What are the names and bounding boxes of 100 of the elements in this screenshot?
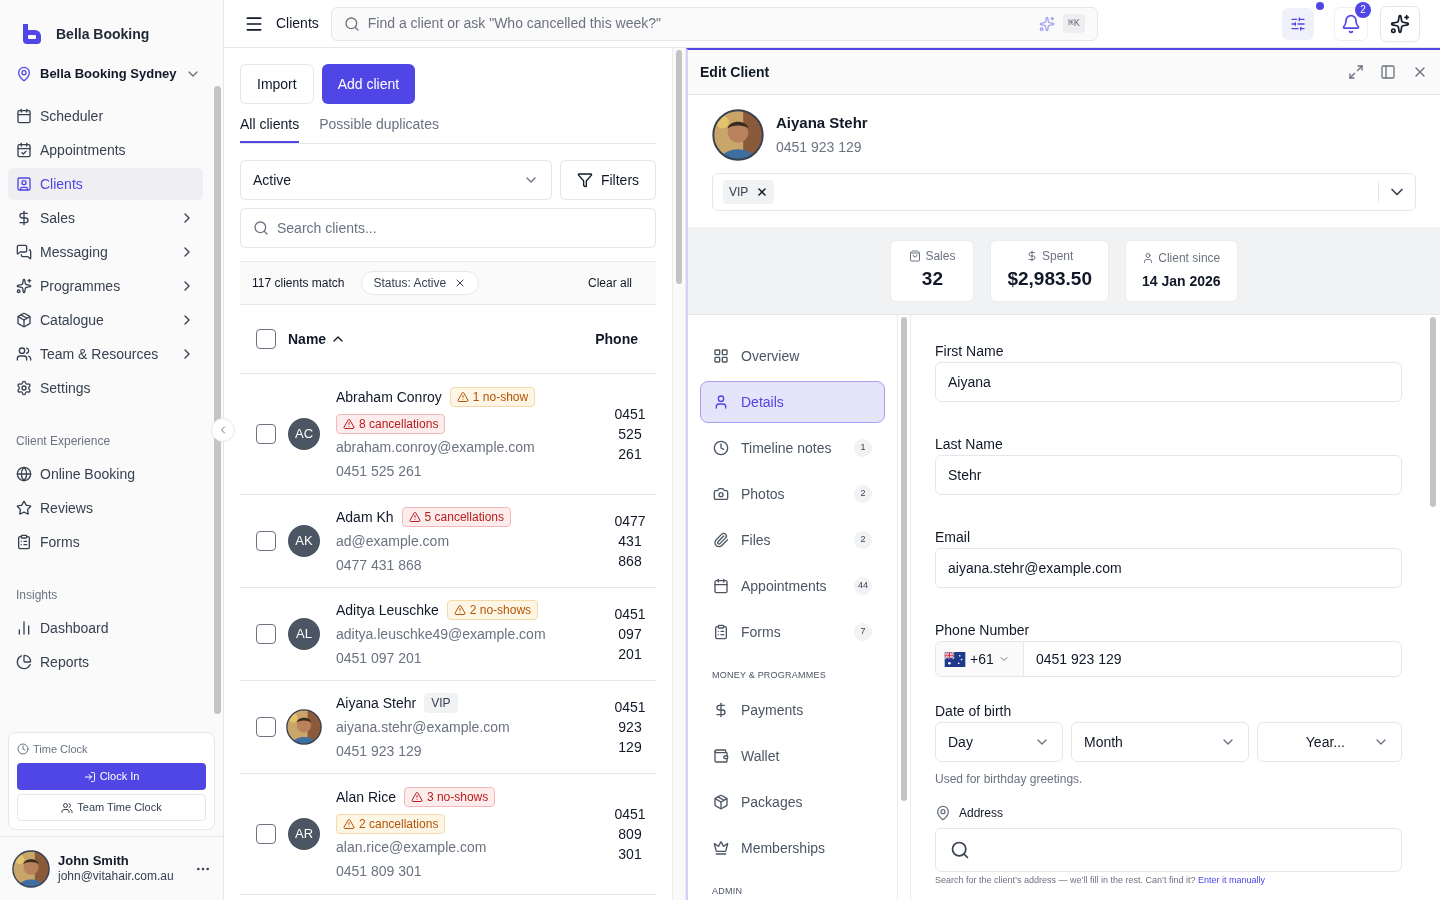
remove-icon[interactable] xyxy=(756,186,769,198)
field-label: Date of birth xyxy=(935,702,1013,719)
enter-manually-link[interactable]: Enter it manually xyxy=(1197,875,1265,885)
nav-item[interactable]: Forms 7 xyxy=(700,611,885,653)
nav-item[interactable]: Timeline notes 1 xyxy=(700,427,885,469)
nav-item[interactable]: Scheduler xyxy=(8,100,203,132)
nav-item[interactable]: Sales xyxy=(8,202,203,234)
client-phone: 0451 923 129 xyxy=(336,741,423,761)
nav-item[interactable]: Reports xyxy=(8,646,203,678)
client-email: aiyana.stehr@example.com xyxy=(336,717,511,737)
search-icon xyxy=(950,840,970,860)
scrollbar[interactable] xyxy=(213,86,221,714)
dollar-icon xyxy=(16,210,32,226)
nav-item[interactable]: Files 2 xyxy=(700,519,885,561)
nav-item[interactable]: Online Booking xyxy=(8,458,203,490)
search-icon xyxy=(343,15,360,32)
count-badge: 2 xyxy=(854,485,872,503)
dollar-icon xyxy=(713,702,729,718)
clear-all-link[interactable]: Clear all xyxy=(588,274,644,292)
clock-in-button[interactable]: Clock In xyxy=(17,763,206,790)
nav-item[interactable]: Programmes xyxy=(8,270,203,302)
alert-badge: 1 no-show xyxy=(449,387,536,407)
helper-text: Search for the client’s address — we’ll fill in the rest. Can’t find it? Enter it manually xyxy=(935,875,1266,886)
nav-item[interactable]: Details xyxy=(700,381,885,423)
checkbox[interactable] xyxy=(256,824,276,844)
date-dropdown[interactable]: Year... xyxy=(1257,722,1402,762)
nav-item[interactable]: Overview xyxy=(700,335,885,377)
warning-icon xyxy=(408,511,421,523)
column-header[interactable]: Name xyxy=(288,328,347,350)
nav-item[interactable]: Messaging xyxy=(8,236,203,268)
clock-icon xyxy=(17,743,29,755)
scrollbar[interactable] xyxy=(676,50,682,284)
tag: VIP xyxy=(424,693,458,713)
nav-item[interactable]: Reviews xyxy=(8,492,203,524)
stat-label: Sales xyxy=(925,248,956,266)
nav-item[interactable]: Appointments xyxy=(8,134,203,166)
date-dropdown[interactable]: Month xyxy=(1071,722,1249,762)
checkbox[interactable] xyxy=(256,624,276,644)
nav-item[interactable]: Forms xyxy=(8,526,203,558)
add-client-button[interactable]: Add client xyxy=(321,64,416,104)
location-selector[interactable]: Bella Booking Sydney xyxy=(16,60,207,88)
expand-icon[interactable] xyxy=(1348,64,1364,80)
client-name[interactable]: Aiyana Stehr xyxy=(336,692,417,714)
tab[interactable]: Possible duplicates xyxy=(319,114,439,143)
filters-button[interactable]: Filters xyxy=(560,160,656,200)
client-name[interactable]: Abraham Conroy xyxy=(336,386,442,408)
tab[interactable]: All clients xyxy=(240,114,300,143)
nav-item[interactable]: Memberships xyxy=(700,827,885,869)
assistant-button[interactable] xyxy=(1380,5,1420,42)
tags-field[interactable]: VIP xyxy=(712,173,1416,211)
user-email: john@vitahair.com.au xyxy=(58,869,175,885)
team-time-clock-button[interactable]: Team Time Clock xyxy=(17,794,206,821)
users-icon xyxy=(16,346,32,362)
scrollbar[interactable] xyxy=(1430,317,1436,507)
scrollbar[interactable] xyxy=(901,317,907,801)
checkbox[interactable] xyxy=(256,329,276,349)
table-cell-text: 0477 431 868 xyxy=(613,512,647,571)
nav-item[interactable]: Packages xyxy=(700,781,885,823)
panel-icon[interactable] xyxy=(1380,64,1396,80)
checkbox[interactable] xyxy=(256,717,276,737)
avatar: AR xyxy=(288,818,320,850)
filters-button[interactable] xyxy=(1282,7,1314,40)
sparkles-icon xyxy=(1038,15,1055,32)
nav-item[interactable]: Clients xyxy=(8,168,203,200)
checkbox[interactable] xyxy=(256,424,276,444)
box-icon xyxy=(713,794,729,810)
nav-item[interactable]: Dashboard xyxy=(8,612,203,644)
search-field[interactable]: Find a client or ask "Who cancelled this week?" ⌘K xyxy=(330,6,1098,41)
nav-item[interactable]: Payments xyxy=(700,689,885,731)
sliders-icon xyxy=(1290,15,1306,32)
clock-icon xyxy=(713,440,729,456)
user-name: John Smith xyxy=(58,852,130,870)
client-email: abraham.conroy@example.com xyxy=(336,437,536,457)
nav-item[interactable]: Photos 2 xyxy=(700,473,885,515)
nav-item[interactable]: Wallet xyxy=(700,735,885,777)
map-pin-icon xyxy=(16,66,32,82)
checkbox[interactable] xyxy=(256,531,276,551)
nav-item[interactable]: Team & Resources xyxy=(8,338,203,370)
date-dropdown[interactable]: Day xyxy=(935,722,1063,762)
status-dropdown[interactable]: Active xyxy=(240,160,552,200)
import-button[interactable]: Import xyxy=(240,64,314,104)
page-title: Clients xyxy=(276,14,319,33)
client-email: alan.rice@example.com xyxy=(336,837,488,857)
address-search-field[interactable] xyxy=(935,828,1402,872)
login-icon xyxy=(83,770,96,783)
client-name[interactable]: Aditya Leuschke xyxy=(336,599,439,621)
input-field[interactable]: aiyana.stehr@example.com xyxy=(935,548,1402,588)
stat-label: Client since xyxy=(1158,250,1221,267)
search-clients-field[interactable]: Search clients... xyxy=(240,208,656,248)
nav-item[interactable]: Settings xyxy=(8,372,203,404)
nav-item[interactable]: Catalogue xyxy=(8,304,203,336)
client-name[interactable]: Alan Rice xyxy=(336,786,396,808)
nav-item[interactable]: Appointments 44 xyxy=(700,565,885,607)
settings-icon xyxy=(16,380,32,396)
input-field[interactable]: Stehr xyxy=(935,455,1402,495)
filter-chip[interactable]: Status: Active xyxy=(360,271,480,295)
input-field[interactable]: Aiyana xyxy=(935,362,1402,402)
warning-icon xyxy=(343,817,355,830)
client-name[interactable]: Adam Kh xyxy=(336,506,394,528)
column-header[interactable]: Phone xyxy=(595,328,656,350)
